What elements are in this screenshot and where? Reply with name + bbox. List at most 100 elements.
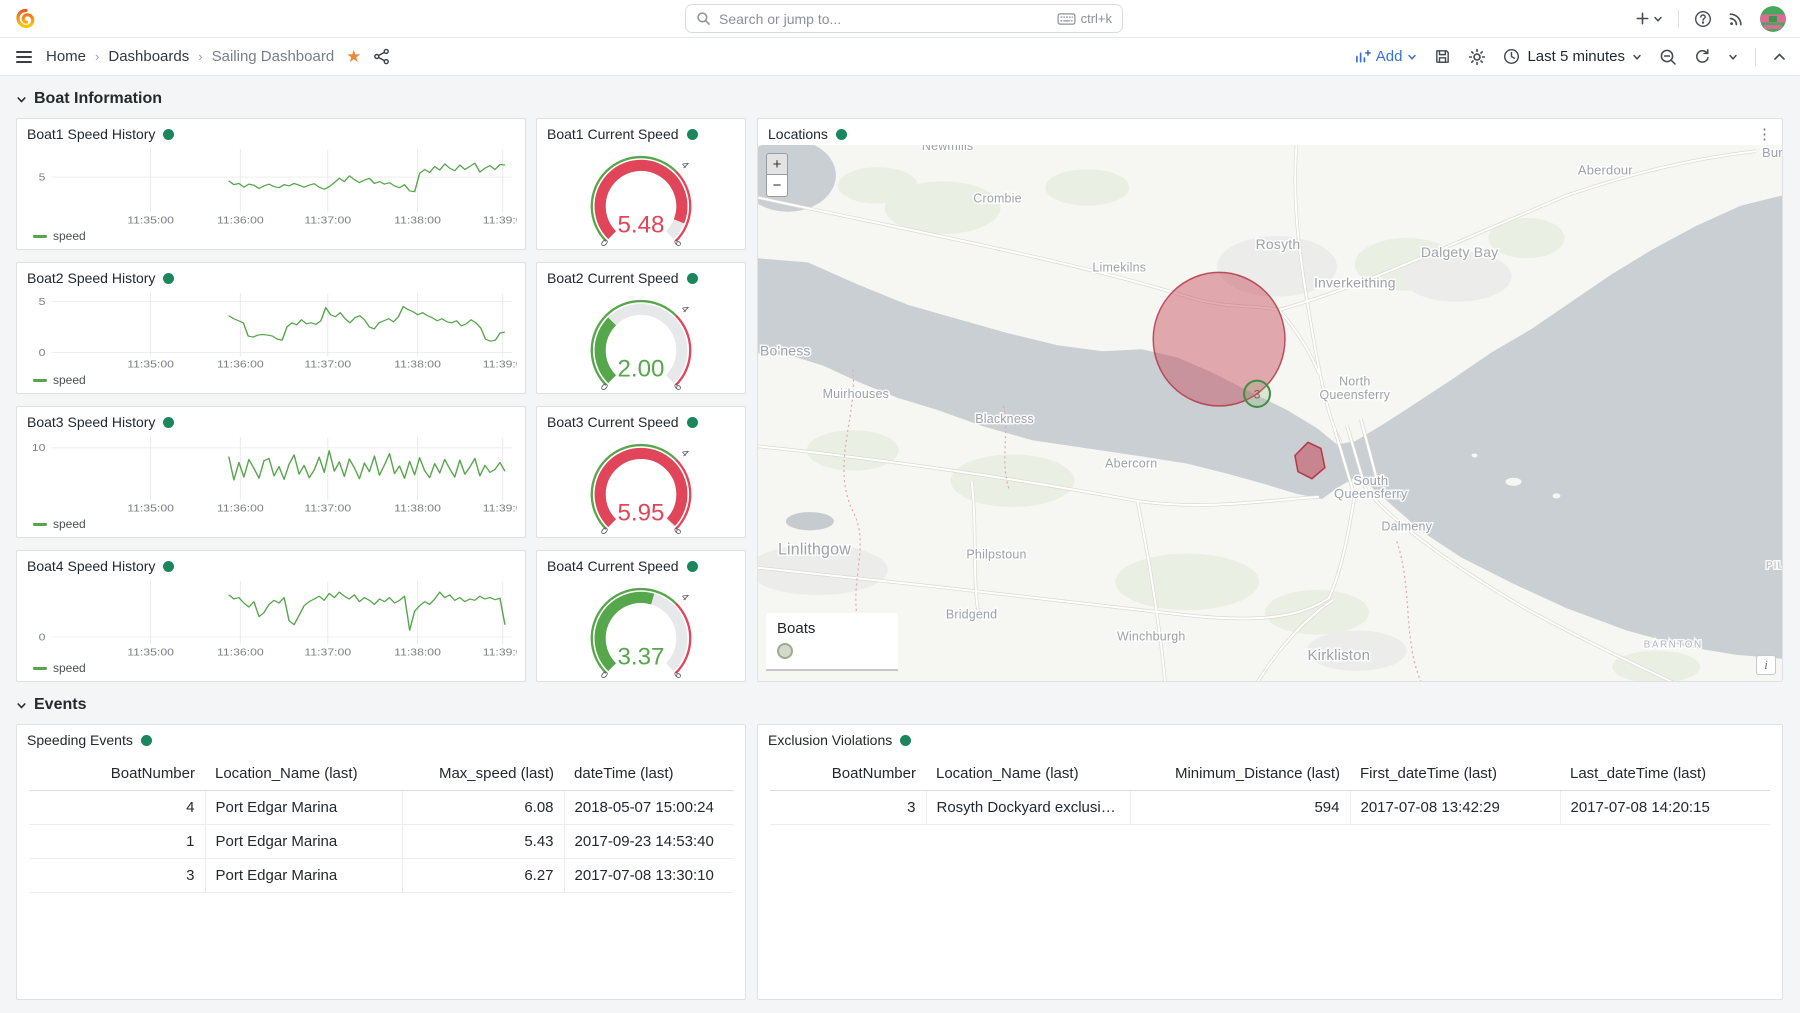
series-legend[interactable]: speed (17, 227, 525, 243)
panel-menu-icon[interactable]: ⋮ (1757, 127, 1772, 142)
breadcrumb-current: Sailing Dashboard (212, 48, 335, 65)
map-label: Bo'ness (760, 342, 811, 358)
map-label: Burntisland (1762, 145, 1782, 160)
series-legend[interactable]: speed (17, 515, 525, 531)
section-boat-information[interactable]: Boat Information (16, 90, 1783, 108)
table-cell: 2017-09-23 14:53:40 (564, 825, 733, 859)
map-zoom-out-button[interactable]: − (766, 175, 788, 197)
column-header[interactable]: BoatNumber (29, 757, 205, 791)
time-picker[interactable]: Last 5 minutes (1503, 48, 1642, 65)
series-legend[interactable]: speed (17, 371, 525, 387)
panel-row: Boat3 Speed History11:35:0011:36:0011:37… (16, 406, 746, 538)
panel-exclusion-violations: Exclusion Violations BoatNumberLocation_… (757, 724, 1783, 1000)
favorite-star-icon[interactable]: ★ (346, 48, 361, 65)
column-header[interactable]: dateTime (last) (564, 757, 733, 791)
time-series-chart[interactable]: 11:35:0011:36:0011:37:0011:38:0011:39:05… (17, 289, 525, 371)
panel-title-exclusion-violations[interactable]: Exclusion Violations (758, 725, 1782, 751)
x-axis-tick: 11:35:00 (127, 503, 174, 514)
map-legend: Boats (766, 613, 898, 671)
table-cell: 2017-07-08 13:42:29 (1350, 791, 1560, 825)
panel-boat4-current-speed: Boat4 Current Speed0463.37 (536, 550, 746, 682)
gauge-scale-label: 0 (598, 670, 610, 681)
panel-title[interactable]: Boat2 Speed History (17, 263, 525, 289)
top-nav: Search or jump to... ctrl+k (0, 0, 1800, 38)
column-header[interactable]: Max_speed (last) (402, 757, 564, 791)
speed-panels-column: Boat1 Speed History 11:35:0011:36:0011:37… (16, 118, 746, 682)
refresh-icon[interactable] (1694, 48, 1711, 65)
health-dot (687, 561, 698, 572)
panel-title[interactable]: Boat1 Speed History (17, 119, 525, 145)
x-axis-tick: 11:35:00 (127, 359, 174, 370)
series-legend[interactable]: speed (17, 659, 525, 675)
x-axis-tick: 11:39:0 (483, 647, 517, 658)
column-header[interactable]: Last_dateTime (last) (1560, 757, 1770, 791)
help-icon[interactable] (1694, 10, 1712, 28)
table-cell: Port Edgar Marina (205, 859, 402, 893)
menu-toggle[interactable] (14, 49, 34, 65)
x-axis-tick: 11:35:00 (127, 215, 174, 226)
map-attribution-icon[interactable]: i (1756, 655, 1776, 675)
geomap[interactable]: 3 NewmillsCrombieLimekilnsRosythInverkei… (758, 145, 1782, 681)
add-button[interactable]: Add (1355, 48, 1418, 65)
breadcrumb-dashboards[interactable]: Dashboards (108, 48, 189, 65)
zoom-out-time-icon[interactable] (1659, 48, 1677, 66)
health-dot (163, 129, 174, 140)
breadcrumb-home[interactable]: Home (46, 48, 86, 65)
map-label: Kirkliston (1308, 647, 1371, 664)
health-dot (163, 561, 174, 572)
time-series-chart[interactable]: 11:35:0011:36:0011:37:0011:38:0011:39:00 (17, 577, 525, 659)
search-input[interactable]: Search or jump to... ctrl+k (685, 4, 1123, 33)
news-icon[interactable] (1727, 10, 1745, 28)
refresh-interval-dropdown[interactable] (1728, 52, 1738, 62)
search-placeholder: Search or jump to... (719, 11, 841, 27)
grafana-logo[interactable] (14, 7, 37, 30)
dashboard-settings-icon[interactable] (1468, 48, 1486, 66)
health-dot (900, 735, 911, 746)
table-cell: 6.27 (402, 859, 564, 893)
collapse-toolbar-icon[interactable] (1773, 52, 1786, 62)
column-header[interactable]: First_dateTime (last) (1350, 757, 1560, 791)
table-row: 3Rosyth Dockyard exclusion zo...5942017-… (770, 791, 1770, 825)
table-cell: 2017-07-08 13:30:10 (564, 859, 733, 893)
map-label: Inverkeithing (1314, 275, 1396, 291)
table-cell: 1 (29, 825, 205, 859)
panel-title-locations[interactable]: Locations ⋮ (758, 119, 1782, 145)
breadcrumb-separator: › (198, 49, 202, 64)
panel-boat2-speed-history: Boat2 Speed History11:35:0011:36:0011:37… (16, 262, 526, 394)
column-header[interactable]: Location_Name (last) (926, 757, 1130, 791)
chevron-down-icon (1407, 52, 1417, 62)
time-series-chart[interactable]: 11:35:0011:36:0011:37:0011:38:0011:39:05 (17, 145, 525, 227)
table-cell: 6.08 (402, 791, 564, 825)
panel-title-speeding-events[interactable]: Speeding Events (17, 725, 745, 751)
column-header[interactable]: Minimum_Distance (last) (1130, 757, 1350, 791)
map-label: Bridgend (946, 607, 998, 621)
map-zoom-in-button[interactable]: + (766, 153, 788, 175)
table-cell: 594 (1130, 791, 1350, 825)
panel-locations: Locations ⋮ (757, 118, 1783, 682)
avatar[interactable] (1760, 6, 1786, 32)
save-dashboard-icon[interactable] (1434, 48, 1451, 65)
legend-swatch (33, 379, 47, 382)
panel-title[interactable]: Boat2 Current Speed (537, 263, 745, 289)
panel-title[interactable]: Boat4 Speed History (17, 551, 525, 577)
panel-title[interactable]: Boat3 Current Speed (537, 407, 745, 433)
gauge-value: 5.95 (618, 499, 665, 526)
column-header[interactable]: BoatNumber (770, 757, 926, 791)
panel-title[interactable]: Boat4 Current Speed (537, 551, 745, 577)
gauge-scale-label: 4 (679, 304, 691, 316)
map-label: Limekilns (1092, 260, 1146, 274)
panel-boat3-speed-history: Boat3 Speed History11:35:0011:36:0011:37… (16, 406, 526, 538)
column-header[interactable]: Location_Name (last) (205, 757, 402, 791)
time-series-chart[interactable]: 11:35:0011:36:0011:37:0011:38:0011:39:01… (17, 433, 525, 515)
x-axis-tick: 11:36:00 (217, 215, 264, 226)
gauge-scale-label: 4 (679, 592, 691, 604)
section-events[interactable]: Events (16, 696, 1783, 714)
chevron-down-icon (16, 94, 27, 105)
panel-title[interactable]: Boat3 Speed History (17, 407, 525, 433)
chevron-down-icon (1728, 52, 1738, 62)
x-axis-tick: 11:36:00 (217, 359, 264, 370)
new-menu-button[interactable] (1635, 11, 1663, 26)
panel-title[interactable]: Boat1 Current Speed (537, 119, 745, 145)
map-label: Winchburgh (1117, 629, 1186, 643)
share-icon[interactable] (373, 48, 390, 65)
